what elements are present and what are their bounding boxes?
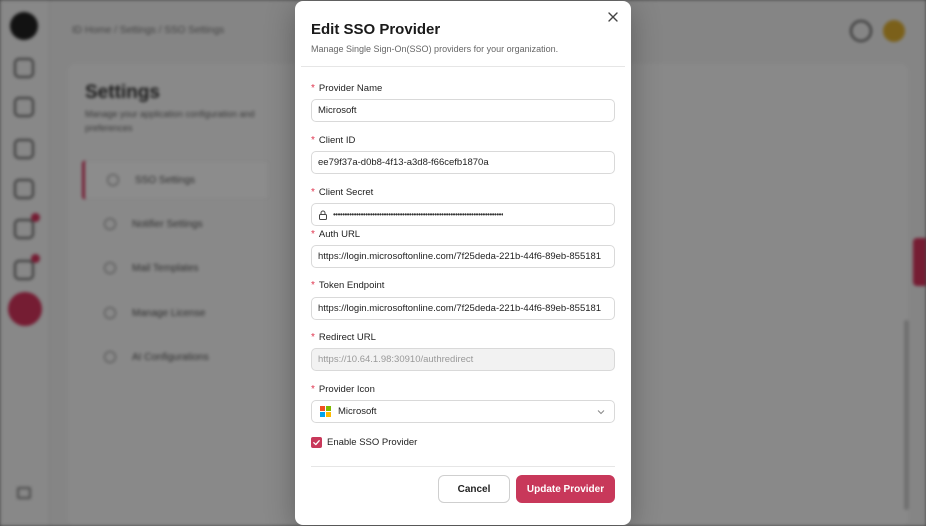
provider-icon-label: * Provider Icon (311, 384, 375, 395)
label-text: Token Endpoint (318, 280, 385, 291)
enable-sso-label: Enable SSO Provider (327, 437, 418, 448)
redirect-url-input (311, 348, 615, 371)
label-text: Redirect URL (318, 332, 376, 343)
label-text: Provider Name (318, 83, 383, 94)
selected-provider-icon: Microsoft (338, 406, 377, 417)
lock-icon (319, 210, 327, 220)
required-mark: * (311, 83, 315, 94)
modal-title: Edit SSO Provider (311, 21, 441, 38)
client-secret-input[interactable]: ••••••••••••••••••••••••••••••••••••••••… (311, 203, 615, 226)
footer-divider (311, 466, 615, 467)
required-mark: * (311, 135, 315, 146)
auth-url-input[interactable] (311, 245, 615, 268)
label-text: Client Secret (318, 187, 374, 198)
close-button[interactable] (604, 8, 622, 26)
client-secret-label: * Client Secret (311, 187, 373, 198)
provider-icon-select[interactable]: Microsoft (311, 400, 615, 423)
modal-subtitle: Manage Single Sign-On(SSO) providers for… (311, 44, 559, 54)
label-text: Provider Icon (318, 384, 375, 395)
edit-sso-provider-modal: Edit SSO Provider Manage Single Sign-On(… (295, 1, 631, 525)
client-id-input[interactable] (311, 151, 615, 174)
enable-sso-row[interactable]: Enable SSO Provider (311, 437, 417, 448)
password-value: ••••••••••••••••••••••••••••••••••••••••… (333, 210, 504, 219)
token-endpoint-input[interactable] (311, 297, 615, 320)
required-mark: * (311, 229, 315, 240)
token-endpoint-label: * Token Endpoint (311, 280, 384, 291)
client-id-label: * Client ID (311, 135, 355, 146)
cancel-button[interactable]: Cancel (438, 475, 510, 503)
microsoft-logo-icon (320, 406, 331, 417)
label-text: Client ID (318, 135, 356, 146)
update-provider-button[interactable]: Update Provider (516, 475, 615, 503)
required-mark: * (311, 187, 315, 198)
header-divider (301, 66, 625, 67)
required-mark: * (311, 384, 315, 395)
provider-name-input[interactable] (311, 99, 615, 122)
enable-sso-checkbox[interactable] (311, 437, 322, 448)
redirect-url-label: * Redirect URL (311, 332, 376, 343)
required-mark: * (311, 332, 315, 343)
auth-url-label: * Auth URL (311, 229, 360, 240)
chevron-down-icon (597, 409, 605, 414)
close-icon (608, 12, 618, 22)
provider-name-label: * Provider Name (311, 83, 382, 94)
required-mark: * (311, 280, 315, 291)
label-text: Auth URL (318, 229, 361, 240)
check-icon (313, 440, 320, 446)
